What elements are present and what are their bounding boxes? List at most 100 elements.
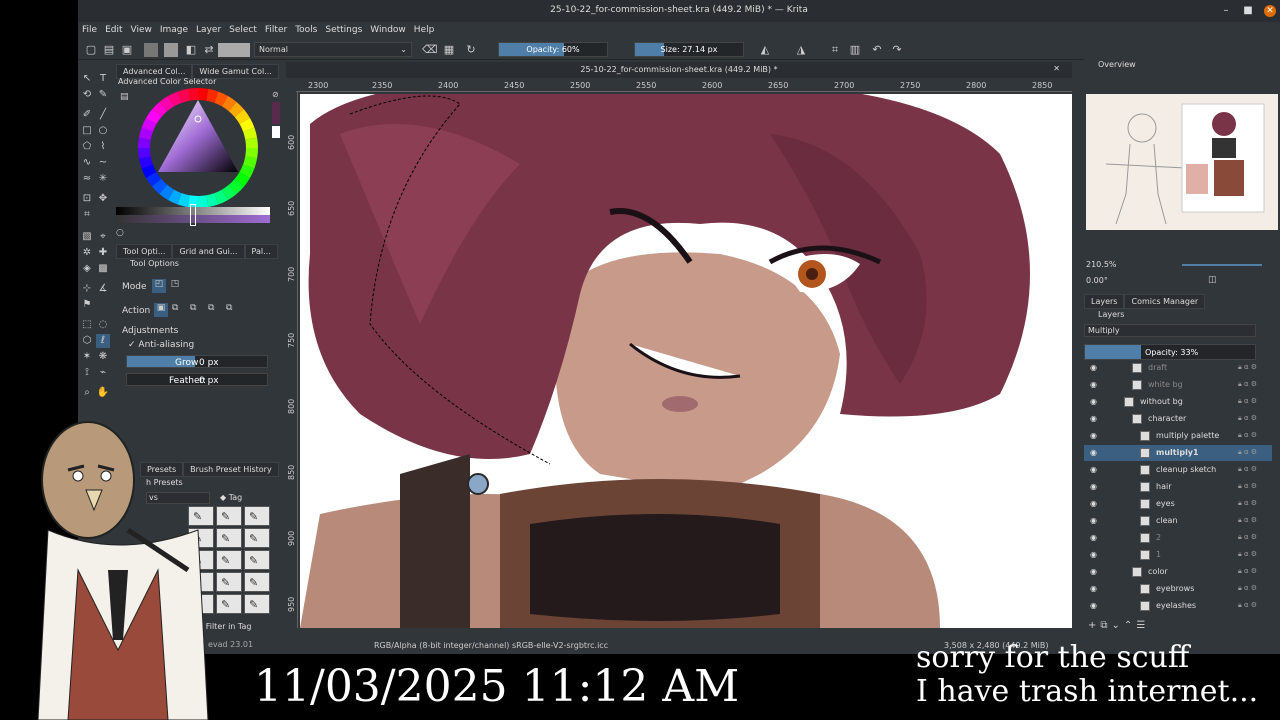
action-replace-icon[interactable]: ▣ xyxy=(154,303,168,317)
menu-settings[interactable]: Settings xyxy=(321,22,366,35)
crop-icon[interactable]: ⌗ xyxy=(828,43,842,57)
layer-row[interactable]: ◉ 2 🔒︎ α ⚙ xyxy=(1084,530,1272,546)
move-down-icon[interactable]: ⌄ xyxy=(1112,620,1124,631)
tab-comics-manager[interactable]: Comics Manager xyxy=(1124,294,1206,309)
layer-row[interactable]: ◉ multiply palette 🔒︎ α ⚙ xyxy=(1084,428,1272,444)
add-layer-icon[interactable]: + xyxy=(1088,620,1100,631)
edit-shapes-icon[interactable]: ⟲ xyxy=(80,88,94,102)
brush-tool-icon[interactable]: ✐ xyxy=(80,108,94,122)
crop-tool-icon[interactable]: ⌗ xyxy=(80,208,94,222)
brush-preset-tile[interactable]: ✎ xyxy=(244,506,270,526)
close-document-icon[interactable]: ✕ xyxy=(1053,64,1060,73)
layer-properties-icon[interactable]: ☰ xyxy=(1136,620,1149,631)
overview-zoom[interactable]: 210.5% xyxy=(1086,260,1117,269)
layer-row[interactable]: ◉ eyelashes 🔒︎ α ⚙ xyxy=(1084,598,1272,614)
magnetic-select-icon[interactable]: ⌁ xyxy=(96,366,110,380)
zoom-tool-icon[interactable]: ⌕ xyxy=(80,386,94,400)
close-button[interactable]: ✕ xyxy=(1264,5,1276,17)
rect-select-icon[interactable]: ⬚ xyxy=(80,318,94,332)
layer-row[interactable]: ◉ hair 🔒︎ α ⚙ xyxy=(1084,479,1272,495)
visibility-icon[interactable]: ◉ xyxy=(1090,397,1100,406)
layer-row[interactable]: ◉ clean 🔒︎ α ⚙ xyxy=(1084,513,1272,529)
color-settings-icon[interactable]: ▤ xyxy=(120,92,129,102)
menu-help[interactable]: Help xyxy=(410,22,439,35)
layer-lock-icon[interactable]: 🔒︎ α ⚙ xyxy=(1238,601,1257,610)
tab-layers[interactable]: Layers xyxy=(1084,294,1125,309)
action-symmetric-icon[interactable]: ⧉ xyxy=(226,303,232,313)
freehand-path-icon[interactable]: ~ xyxy=(96,156,110,170)
maximize-button[interactable]: ■ xyxy=(1242,5,1254,17)
visibility-icon[interactable]: ◉ xyxy=(1090,567,1100,576)
menu-edit[interactable]: Edit xyxy=(101,22,126,35)
layer-row[interactable]: ◉ draft 🔒︎ α ⚙ xyxy=(1084,360,1272,376)
undo-icon[interactable]: ↶ xyxy=(870,43,884,57)
overview-rotation[interactable]: 0.00° xyxy=(1086,276,1108,285)
menu-image[interactable]: Image xyxy=(156,22,192,35)
bar-cursor[interactable] xyxy=(190,204,196,226)
mode-pixel-icon[interactable]: ◰ xyxy=(152,279,166,293)
size-slider[interactable]: Size: 27.14 px xyxy=(634,42,744,57)
select-tool-icon[interactable]: ↖ xyxy=(80,72,94,86)
layer-lock-icon[interactable]: 🔒︎ α ⚙ xyxy=(1238,448,1257,457)
assistant-tool-icon[interactable]: ⊹ xyxy=(80,282,94,296)
wrap-around-icon[interactable]: ▥ xyxy=(848,43,862,57)
visibility-icon[interactable]: ◉ xyxy=(1090,516,1100,525)
layer-row[interactable]: ◉ cleanup sketch 🔒︎ α ⚙ xyxy=(1084,462,1272,478)
move-up-icon[interactable]: ⌃ xyxy=(1124,620,1136,631)
opacity-slider[interactable]: Opacity: 60% xyxy=(498,42,608,57)
redo-icon[interactable]: ↷ xyxy=(890,43,904,57)
freehand-select-icon[interactable]: ℓ xyxy=(96,334,110,348)
layer-opacity-slider[interactable]: Opacity: 33% xyxy=(1084,344,1256,360)
gradient-swatch[interactable] xyxy=(144,43,158,57)
layer-lock-icon[interactable]: 🔒︎ α ⚙ xyxy=(1238,431,1257,440)
menu-window[interactable]: Window xyxy=(366,22,410,35)
action-add-icon[interactable]: ⧉ xyxy=(190,303,196,313)
layer-row[interactable]: ◉ white bg 🔒︎ α ⚙ xyxy=(1084,377,1272,393)
layer-lock-icon[interactable]: 🔒︎ α ⚙ xyxy=(1238,584,1257,593)
visibility-icon[interactable]: ◉ xyxy=(1090,584,1100,593)
visibility-icon[interactable]: ◉ xyxy=(1090,414,1100,423)
layer-row[interactable]: ◉ color 🔒︎ α ⚙ xyxy=(1084,564,1272,580)
visibility-icon[interactable]: ◉ xyxy=(1090,363,1100,372)
menu-view[interactable]: View xyxy=(127,22,156,35)
layer-blend-select[interactable]: Multiply xyxy=(1084,324,1256,337)
brush-preset-thumb[interactable] xyxy=(218,43,250,57)
visibility-icon[interactable]: ◉ xyxy=(1090,431,1100,440)
visibility-icon[interactable]: ◉ xyxy=(1090,533,1100,542)
brush-preset-tile[interactable]: ✎ xyxy=(244,594,270,614)
mirror-view-icon[interactable]: ◫ xyxy=(1208,275,1217,285)
contiguous-select-icon[interactable]: ✶ xyxy=(80,350,94,364)
fg-bg-colors-icon[interactable]: ◧ xyxy=(184,43,198,57)
tab-grid-guides[interactable]: Grid and Gui... xyxy=(172,244,245,259)
grow-field[interactable]: Grow 0 px xyxy=(126,355,268,368)
menu-select[interactable]: Select xyxy=(225,22,261,35)
action-subtract-icon[interactable]: ⧉ xyxy=(208,303,214,313)
reset-colors-icon[interactable]: ⊘ xyxy=(272,90,280,100)
polygon-tool-icon[interactable]: ⬠ xyxy=(80,140,94,154)
layer-lock-icon[interactable]: 🔒︎ α ⚙ xyxy=(1238,567,1257,576)
layer-lock-icon[interactable]: 🔒︎ α ⚙ xyxy=(1238,397,1257,406)
reference-tool-icon[interactable]: ⚑ xyxy=(80,298,94,312)
colorize-mask-icon[interactable]: ✲ xyxy=(80,246,94,260)
ellipse-tool-icon[interactable]: ○ xyxy=(96,124,110,138)
layer-row[interactable]: ◉ character 🔒︎ α ⚙ xyxy=(1084,411,1272,427)
layer-lock-icon[interactable]: 🔒︎ α ⚙ xyxy=(1238,499,1257,508)
layer-row[interactable]: ◉ 1 🔒︎ α ⚙ xyxy=(1084,547,1272,563)
rectangle-tool-icon[interactable]: □ xyxy=(80,124,94,138)
dynamic-brush-icon[interactable]: ≈ xyxy=(80,172,94,186)
pan-tool-icon[interactable]: ✋ xyxy=(96,386,110,400)
action-intersect-icon[interactable]: ⧉ xyxy=(172,303,178,313)
layer-lock-icon[interactable]: 🔒︎ α ⚙ xyxy=(1238,380,1257,389)
visibility-icon[interactable]: ◉ xyxy=(1090,448,1100,457)
vertical-ruler[interactable]: 600 650 700 750 800 850 900 950 xyxy=(286,92,298,628)
bezier-tool-icon[interactable]: ∿ xyxy=(80,156,94,170)
ellipse-select-icon[interactable]: ◌ xyxy=(96,318,110,332)
pattern-swatch[interactable] xyxy=(164,43,178,57)
fill-tool-icon[interactable]: ◈ xyxy=(80,262,94,276)
save-document-icon[interactable]: ▣ xyxy=(120,43,134,57)
calligraphy-icon[interactable]: ✎ xyxy=(96,88,110,102)
layer-row[interactable]: ◉ multiply1 🔒︎ α ⚙ xyxy=(1084,445,1272,461)
visibility-icon[interactable]: ◉ xyxy=(1090,380,1100,389)
swap-colors-icon[interactable]: ⇄ xyxy=(202,43,216,57)
mode-vector-icon[interactable]: ◳ xyxy=(168,279,182,293)
